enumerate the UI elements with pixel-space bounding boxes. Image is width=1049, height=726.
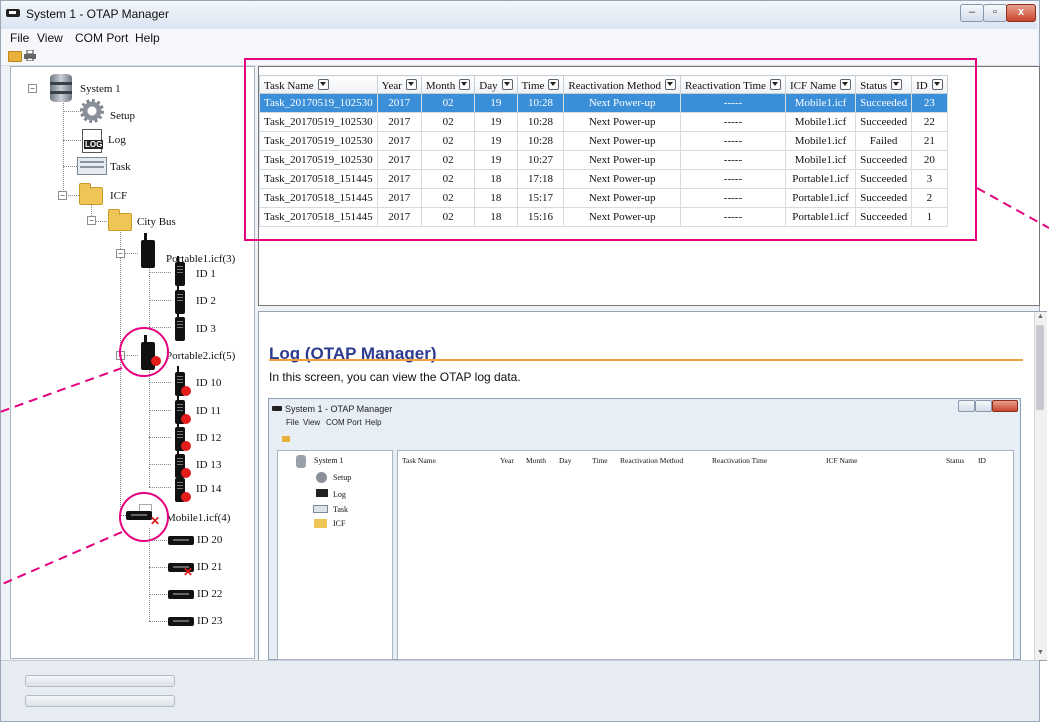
annotation-lines: [0, 187, 1049, 586]
